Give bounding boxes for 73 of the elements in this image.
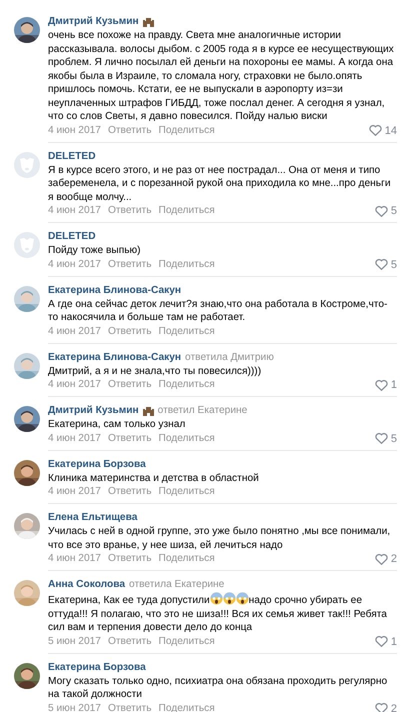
author-name[interactable]: Дмитрий Кузьмин: [48, 15, 139, 29]
heart-icon: [374, 380, 388, 390]
action-link[interactable]: Поделиться: [158, 378, 215, 392]
action-link[interactable]: Поделиться: [158, 124, 215, 138]
comment-text: Пойду тоже выпью): [48, 244, 142, 258]
action-link[interactable]: Ответить: [108, 124, 152, 138]
action-link[interactable]: Ответить: [108, 552, 152, 566]
action-link[interactable]: Поделиться: [158, 258, 215, 272]
screaming-face-icon: [222, 592, 236, 605]
reply-to-label: ответила Екатерине: [129, 578, 224, 592]
like-button[interactable]: 1: [374, 634, 397, 648]
heart-icon: [374, 554, 388, 564]
screaming-face-icon: [236, 592, 249, 605]
reply-to-label: ответил Екатерине: [158, 404, 248, 418]
comment-date[interactable]: 4 июн 2017: [48, 324, 101, 338]
like-button[interactable]: 2: [374, 552, 397, 566]
comment-date[interactable]: 4 июн 2017: [48, 432, 101, 446]
action-link[interactable]: Ответить: [108, 432, 152, 446]
heart-icon: [374, 206, 388, 216]
author-name[interactable]: Дмитрий Кузьмин: [48, 404, 139, 418]
like-button[interactable]: 5: [374, 258, 397, 272]
action-link[interactable]: Ответить: [108, 258, 152, 272]
comment-date[interactable]: 5 июн 2017: [48, 634, 101, 648]
comment-text: Екатерина, сам только узнал: [48, 418, 186, 432]
action-link[interactable]: Поделиться: [158, 204, 215, 218]
comment-text: Я в курсе всего этого, и не раз от нее пострадал... Она от меня и типо забеременела, и с порезанной рукой она приходила ко мне...про деньги я вообще молчу...: [48, 164, 392, 204]
like-button[interactable]: 2: [374, 702, 397, 712]
like-button[interactable]: 14: [368, 124, 397, 138]
like-button[interactable]: 5: [374, 432, 397, 446]
comment-date[interactable]: 4 июн 2017: [48, 485, 101, 499]
author-name[interactable]: DELETED: [48, 150, 96, 164]
author-name[interactable]: DELETED: [48, 230, 96, 244]
heart-icon: [374, 636, 388, 647]
heart-icon: [368, 125, 382, 136]
comment-date[interactable]: 4 июн 2017: [48, 124, 101, 138]
comment-text: Клиника материнства и детства в областной: [48, 472, 260, 485]
author-name[interactable]: Екатерина Борзова: [48, 458, 146, 472]
action-link[interactable]: Поделиться: [158, 552, 215, 566]
comment-text: очень все похоже на правду. Света мне аналогичные истории рассказывала. волосы дыбом. с 2005 года я в курсе ее несуществующих проблем. Я лично посылал ей деньги на похороны ее мамы. А когда она якобы была в Израиле, то сломала ногу, страховки не было.опять пришлось помочь. Кстати, ее не выпускали в аэропорту из=зи неуплаченных штрафов ГИБДД, тоже послал денег. А сегодня я узнал, что со слов Светы, я давно повесился. Пойду налью виски: [48, 29, 395, 124]
action-link[interactable]: Ответить: [108, 634, 152, 648]
screaming-face-icon: [210, 592, 223, 605]
action-link[interactable]: Ответить: [108, 702, 152, 712]
action-link[interactable]: Ответить: [108, 324, 152, 338]
action-link[interactable]: Поделиться: [158, 485, 215, 499]
action-link[interactable]: Ответить: [108, 485, 152, 499]
comment-date[interactable]: 5 июн 2017: [48, 702, 101, 712]
comment-text: Дмитрий, а я и не знала,что ты повесился)))): [48, 364, 262, 378]
comment-date[interactable]: 4 июн 2017: [48, 258, 101, 272]
comment-date[interactable]: 4 июн 2017: [48, 378, 101, 392]
like-button[interactable]: 5: [374, 204, 397, 218]
author-name[interactable]: Анна Соколова: [48, 578, 126, 592]
comment-text: Екатерина, Как ее туда допустили надо срочно убирать ее оттуда!!! Я полагаю, что это не шиза!!! Вся их семья живет так!!! Ребята сил вам и терпения довести дело до конца: [48, 592, 397, 634]
author-name[interactable]: Екатерина Блинова-Сакун: [48, 284, 182, 298]
author-name[interactable]: Екатерина Блинова-Сакун: [48, 350, 182, 364]
like-button[interactable]: 1: [374, 378, 397, 392]
deleted-user-icon: [14, 152, 40, 178]
reply-to-label: ответила Дмитрию: [185, 350, 274, 364]
heart-icon: [374, 259, 388, 270]
comment-text: А где она сейчас деток лечит?я знаю,что она работала в Костроме,что-то накосячила и больше там не работает.: [48, 298, 388, 324]
author-name[interactable]: Елена Ельтищева: [48, 511, 138, 525]
action-link[interactable]: Ответить: [108, 204, 152, 218]
comment-date[interactable]: 4 июн 2017: [48, 552, 101, 566]
action-link[interactable]: Поделиться: [158, 432, 215, 446]
heart-icon: [374, 703, 388, 712]
action-link[interactable]: Ответить: [108, 378, 152, 392]
action-link[interactable]: Поделиться: [158, 634, 215, 648]
heart-icon: [374, 433, 388, 444]
deleted-user-icon: [14, 232, 40, 258]
comment-date[interactable]: 4 июн 2017: [48, 204, 101, 218]
author-name[interactable]: Екатерина Борзова: [48, 660, 146, 674]
comment-text: Училась с ней в одной группе, это уже было понятно ,мы все понимали, что все это вранье, у нее шиза, ей лечиться надо: [48, 525, 392, 552]
comment-text: Могу сказать только одно, психиатра она обязана проходить регулярно на такой должности: [48, 674, 388, 702]
action-link[interactable]: Поделиться: [158, 324, 215, 338]
